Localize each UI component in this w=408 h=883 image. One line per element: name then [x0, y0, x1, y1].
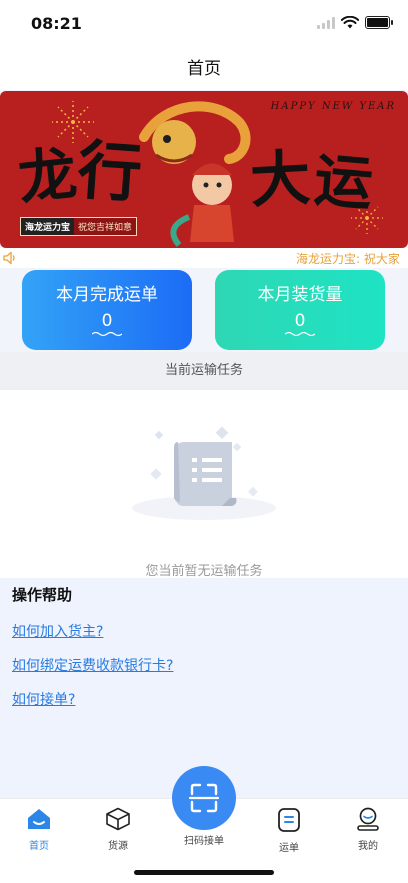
- stat-value: 0: [101, 311, 113, 331]
- stat-label: 本月装货量: [257, 285, 343, 305]
- waybill-icon: [278, 808, 300, 832]
- wave-decoration-icon: [92, 331, 122, 337]
- tab-label: 货源: [108, 841, 128, 852]
- banner-char: 运: [311, 145, 376, 219]
- current-tasks-header: 当前运输任务: [0, 352, 408, 390]
- home-page: 08:21 首页 HAPPY NEW YEAR 龙 行 大 运 海龙运力宝 祝您…: [0, 0, 408, 883]
- home-icon: [28, 809, 50, 829]
- scan-order-label: 扫码接单: [184, 836, 224, 847]
- tab-waybill[interactable]: 运单: [259, 807, 319, 854]
- status-bar: 08:21: [0, 0, 408, 48]
- help-link-join-shipper[interactable]: 如何加入货主?: [12, 621, 396, 641]
- help-title: 操作帮助: [12, 586, 73, 604]
- tab-label: 运单: [279, 843, 299, 854]
- page-title: 首页: [187, 59, 221, 79]
- banner-brand: 海龙运力宝: [21, 218, 75, 235]
- banner-wish: 祝您吉祥如意: [74, 218, 137, 235]
- battery-icon: [365, 16, 393, 29]
- notice-text: 海龙运力宝: 祝大家: [296, 252, 400, 266]
- empty-tasks-message: 您当前暂无运输任务: [145, 564, 263, 579]
- tab-label: 我的: [358, 841, 378, 852]
- help-section: 操作帮助 如何加入货主? 如何绑定运费收款银行卡? 如何接单?: [0, 578, 408, 798]
- home-indicator: [134, 870, 274, 875]
- empty-document-icon: [132, 426, 276, 520]
- tab-label: 首页: [29, 841, 49, 852]
- banner-char: 大: [248, 143, 313, 217]
- empty-tasks-panel: 您当前暂无运输任务: [0, 390, 408, 579]
- banner-char: 龙: [15, 139, 80, 213]
- box-icon: [106, 807, 130, 831]
- monthly-waybills-card[interactable]: 本月完成运单 0: [22, 270, 192, 350]
- banner-tag: 海龙运力宝 祝您吉祥如意: [20, 217, 138, 236]
- scan-order-button[interactable]: [172, 766, 236, 830]
- user-icon: [357, 807, 379, 831]
- nav-bar: 首页: [0, 48, 408, 90]
- tab-cargo[interactable]: 货源: [88, 807, 148, 852]
- stat-label: 本月完成运单: [56, 285, 158, 305]
- dragon-mascot-icon: [139, 101, 251, 247]
- tab-home[interactable]: 首页: [9, 807, 69, 852]
- speaker-icon: [3, 251, 15, 265]
- help-link-bind-bank-card[interactable]: 如何绑定运费收款银行卡?: [12, 655, 396, 675]
- status-icons: [317, 16, 393, 29]
- promo-banner[interactable]: HAPPY NEW YEAR 龙 行 大 运 海龙运力宝 祝您吉祥如意: [0, 91, 408, 248]
- notice-bar[interactable]: 海龙运力宝: 祝大家: [0, 248, 408, 268]
- help-link-accept-order[interactable]: 如何接单?: [12, 689, 396, 709]
- scan-icon: [188, 783, 220, 813]
- stat-value: 0: [294, 311, 306, 331]
- tab-mine[interactable]: 我的: [338, 807, 398, 852]
- wave-decoration-icon: [285, 331, 315, 337]
- cellular-signal-icon: [317, 16, 335, 29]
- banner-greeting: HAPPY NEW YEAR: [270, 101, 396, 112]
- monthly-loading-card[interactable]: 本月装货量 0: [215, 270, 385, 350]
- wifi-icon: [341, 16, 359, 29]
- status-time: 08:21: [31, 14, 82, 33]
